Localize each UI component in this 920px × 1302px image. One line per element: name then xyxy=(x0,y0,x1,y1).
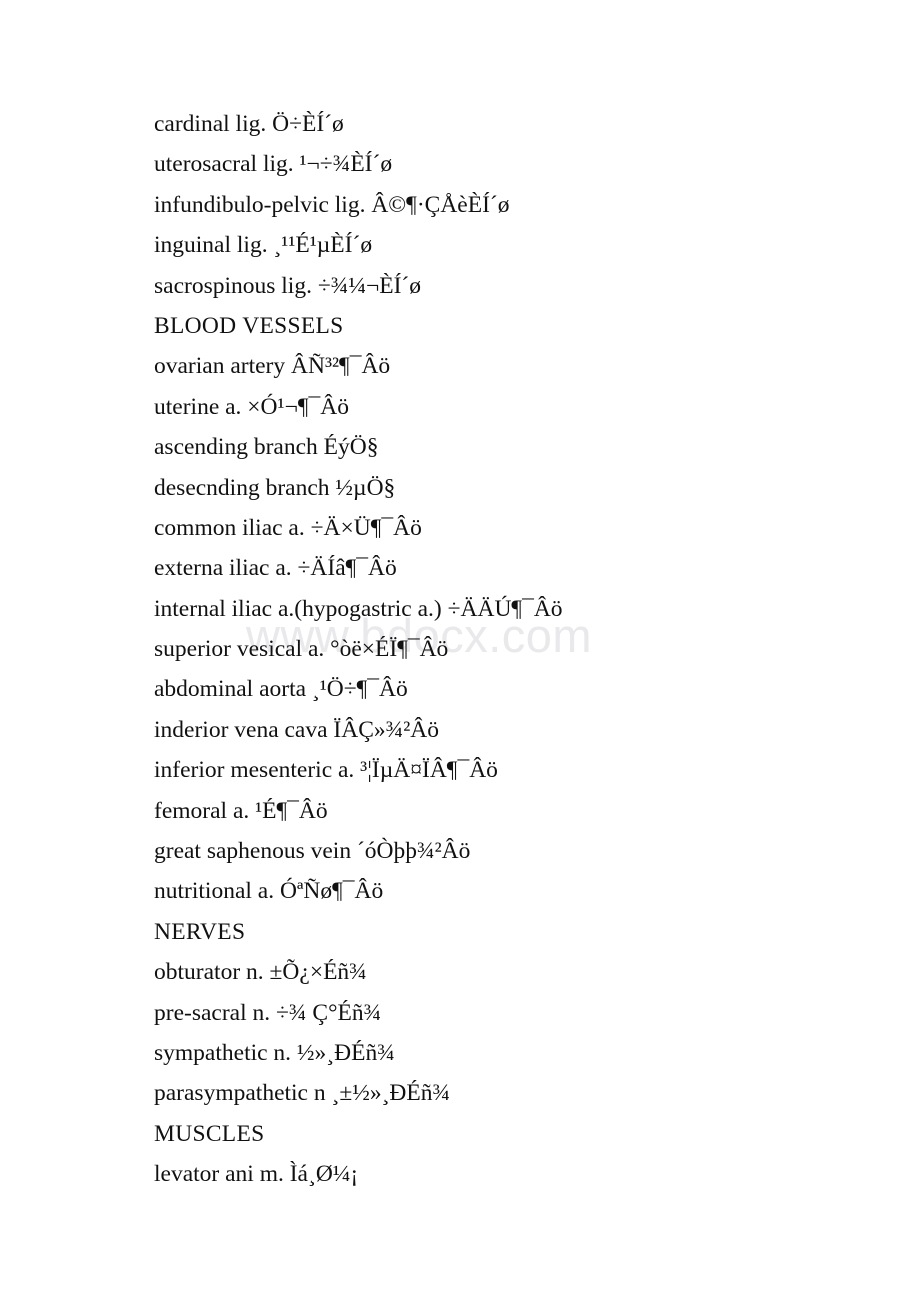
section-heading-blood-vessels: BLOOD VESSELS xyxy=(154,312,344,339)
glossary-entry-cardinal-ligament: cardinal lig. Ö÷ÈÍ´ø xyxy=(154,111,344,137)
glossary-entry-superior-vesical-artery: superior vesical a. °òë×ÉÏ¶¯Âö xyxy=(154,636,449,663)
glossary-entry-levator-ani-muscle: levator ani m. Ìá¸Ø¼¡ xyxy=(154,1161,359,1188)
glossary-entry-obturator-nerve: obturator n. ±Õ¿×Éñ¾­ xyxy=(154,959,367,986)
glossary-entry-abdominal-aorta: abdominal aorta ¸¹Ö÷¶¯Âö xyxy=(154,676,408,703)
glossary-entry-common-iliac-artery: common iliac a. ÷Ä×Ü¶¯Âö xyxy=(154,514,422,541)
section-heading-muscles: MUSCLES xyxy=(154,1120,265,1147)
glossary-entry-pre-sacral-nerve: pre-sacral n. ÷¾ Ç°Éñ¾­ xyxy=(154,999,382,1026)
glossary-entry-sympathetic-nerve: sympathetic n. ½»¸ÐÉñ¾­ xyxy=(154,1039,395,1066)
glossary-entry-great-saphenous-vein: great saphenous vein ´óÒþþ¾²Âö xyxy=(154,838,471,865)
glossary-entry-infundibulo-pelvic-ligament: infundibulo-pelvic lig. Â©¶·ÇÅèÈÍ´ø xyxy=(154,191,510,218)
glossary-entry-sacrospinous-ligament: sacrospinous lig. ÷¾¼¬ÈÍ´ø xyxy=(154,272,421,299)
glossary-entry-inferior-mesenteric-artery: inferior mesenteric a. ³¦ÏµÄ¤ÏÂ¶¯Âö xyxy=(154,757,498,784)
glossary-entry-inguinal-ligament: inguinal lig. ¸¹¹É¹µÈÍ´ø xyxy=(154,232,373,259)
glossary-entry-ovarian-artery: ovarian artery ÂÑ³²¶¯Âö xyxy=(154,353,391,380)
glossary-entry-ascending-branch: ascending branch ÉýÖ§ xyxy=(154,434,379,461)
glossary-entry-descending-branch: desecnding branch ½µÖ§ xyxy=(154,474,396,501)
glossary-entry-femoral-artery: femoral a. ¹É¶¯Âö xyxy=(154,797,328,824)
document-page: www.bdocx.com cardinal lig. Ö÷ÈÍ´ø utero… xyxy=(0,0,920,1302)
glossary-entry-parasympathetic-nerve: parasympathetic n ¸±½»¸ÐÉñ¾­ xyxy=(154,1080,451,1107)
glossary-body: cardinal lig. Ö÷ÈÍ´ø uterosacral lig. ¹¬… xyxy=(154,104,794,1195)
glossary-entry-external-iliac-artery: externa iliac a. ÷ÄÍâ¶¯Âö xyxy=(154,555,397,582)
glossary-entry-inferior-vena-cava: inderior vena cava ÏÂÇ»¾²Âö xyxy=(154,716,440,743)
glossary-entry-uterosacral-ligament: uterosacral lig. ¹¬÷¾ÈÍ´ø xyxy=(154,151,393,178)
glossary-entry-uterine-artery: uterine a. ×Ó¹¬¶¯Âö xyxy=(154,393,349,420)
section-heading-nerves: NERVES xyxy=(154,918,246,945)
glossary-entry-internal-iliac-artery: internal iliac a.(hypogastric a.) ÷ÄÄÚ¶¯… xyxy=(154,595,563,622)
glossary-entry-nutritional-artery: nutritional a. ÓªÑø¶¯Âö xyxy=(154,878,384,905)
